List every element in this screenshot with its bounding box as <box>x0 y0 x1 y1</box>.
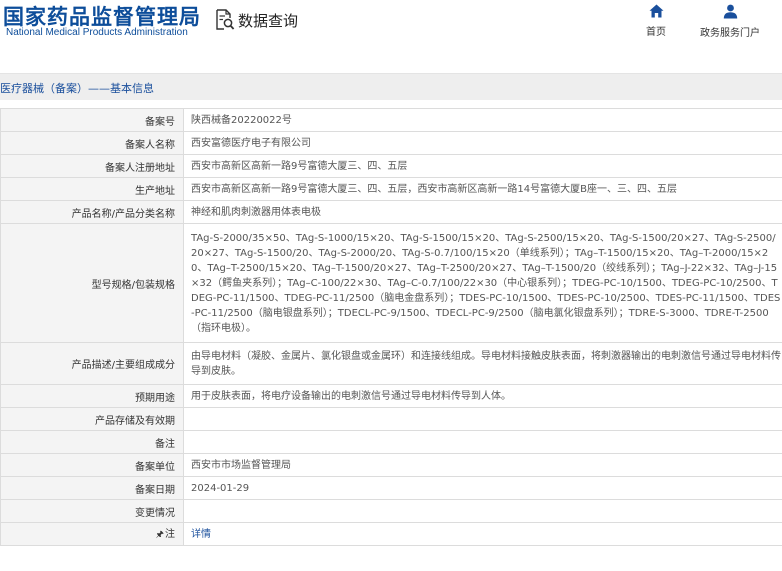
note-label: 注 <box>165 529 175 540</box>
field-value: 神经和肌肉刺激器用体表电极 <box>183 200 782 224</box>
field-label: 变更情况 <box>0 499 184 523</box>
section-title: 医疗器械（备案）——基本信息 <box>0 82 154 95</box>
data-query-link[interactable]: 数据查询 <box>215 9 298 31</box>
field-value: 陕西械备20220022号 <box>183 108 782 132</box>
nav-home-button[interactable]: 首页 <box>646 4 666 38</box>
data-query-label: 数据查询 <box>238 11 299 30</box>
field-value: 西安市高新区高新一路9号富德大厦三、四、五层，西安市高新区高新一路14号富德大厦… <box>183 177 782 201</box>
table-row: 备案人名称 西安富德医疗电子有限公司 <box>0 131 782 155</box>
field-value: 西安富德医疗电子有限公司 <box>183 131 782 155</box>
site-header: 国家药品监督管理局 National Medical Products Admi… <box>0 0 782 62</box>
field-label: 产品描述/主要组成成分 <box>0 342 184 385</box>
field-value: 2024-01-29 <box>183 476 782 500</box>
field-label: 备案单位 <box>0 453 184 477</box>
field-label: 备注 <box>0 430 184 454</box>
table-row: 型号规格/包装规格 TAg-S-2000/35×50、TAg-S-1000/15… <box>0 223 782 343</box>
field-label: 备案人注册地址 <box>0 154 184 178</box>
search-document-icon <box>216 9 235 30</box>
field-value: 由导电材料（凝胶、金属片、氯化银盘或金属环）和连接线组成。导电材料接触皮肤表面，… <box>183 342 782 385</box>
section-title-bar: 医疗器械（备案）——基本信息 <box>0 73 782 100</box>
field-label: 备案日期 <box>0 476 184 500</box>
field-value: 西安市市场监督管理局 <box>183 453 782 477</box>
field-value: TAg-S-2000/35×50、TAg-S-1000/15×20、TAg-S-… <box>183 223 782 343</box>
nav-portal-button[interactable]: 政务服务门户 <box>700 4 760 39</box>
home-icon <box>649 4 663 18</box>
pushpin-icon: 🖈 <box>155 530 164 540</box>
table-row: 备案号 陕西械备20220022号 <box>0 108 782 132</box>
table-row: 备案单位 西安市市场监督管理局 <box>0 453 782 477</box>
field-value <box>183 407 782 431</box>
table-row: 产品描述/主要组成成分 由导电材料（凝胶、金属片、氯化银盘或金属环）和连接线组成… <box>0 342 782 385</box>
field-label: 备案人名称 <box>0 131 184 155</box>
note-label-cell: 🖈注 <box>0 522 184 546</box>
table-row: 备案日期 2024-01-29 <box>0 476 782 500</box>
field-label: 预期用途 <box>0 384 184 408</box>
field-label: 产品存储及有效期 <box>0 407 184 431</box>
table-row: 🖈注 详情 <box>0 522 782 546</box>
table-row: 产品名称/产品分类名称 神经和肌肉刺激器用体表电极 <box>0 200 782 224</box>
user-icon <box>723 4 737 19</box>
record-info-table: 备案号 陕西械备20220022号 备案人名称 西安富德医疗电子有限公司 备案人… <box>0 108 782 546</box>
table-row: 备注 <box>0 430 782 454</box>
field-label: 备案号 <box>0 108 184 132</box>
field-value <box>183 499 782 523</box>
field-value: 西安市高新区高新一路9号富德大厦三、四、五层 <box>183 154 782 178</box>
table-row: 产品存储及有效期 <box>0 407 782 431</box>
nav-portal-label: 政务服务门户 <box>700 28 760 39</box>
field-value <box>183 430 782 454</box>
nav-home-label: 首页 <box>646 27 666 38</box>
field-label: 产品名称/产品分类名称 <box>0 200 184 224</box>
table-row: 预期用途 用于皮肤表面，将电疗设备输出的电刺激信号通过导电材料传导到人体。 <box>0 384 782 408</box>
note-value-cell: 详情 <box>183 522 782 546</box>
field-value: 用于皮肤表面，将电疗设备输出的电刺激信号通过导电材料传导到人体。 <box>183 384 782 408</box>
table-row: 备案人注册地址 西安市高新区高新一路9号富德大厦三、四、五层 <box>0 154 782 178</box>
site-title-en: National Medical Products Administration <box>6 27 188 38</box>
table-row: 变更情况 <box>0 499 782 523</box>
field-label: 生产地址 <box>0 177 184 201</box>
detail-link[interactable]: 详情 <box>191 529 211 540</box>
field-label: 型号规格/包装规格 <box>0 223 184 343</box>
table-row: 生产地址 西安市高新区高新一路9号富德大厦三、四、五层，西安市高新区高新一路14… <box>0 177 782 201</box>
